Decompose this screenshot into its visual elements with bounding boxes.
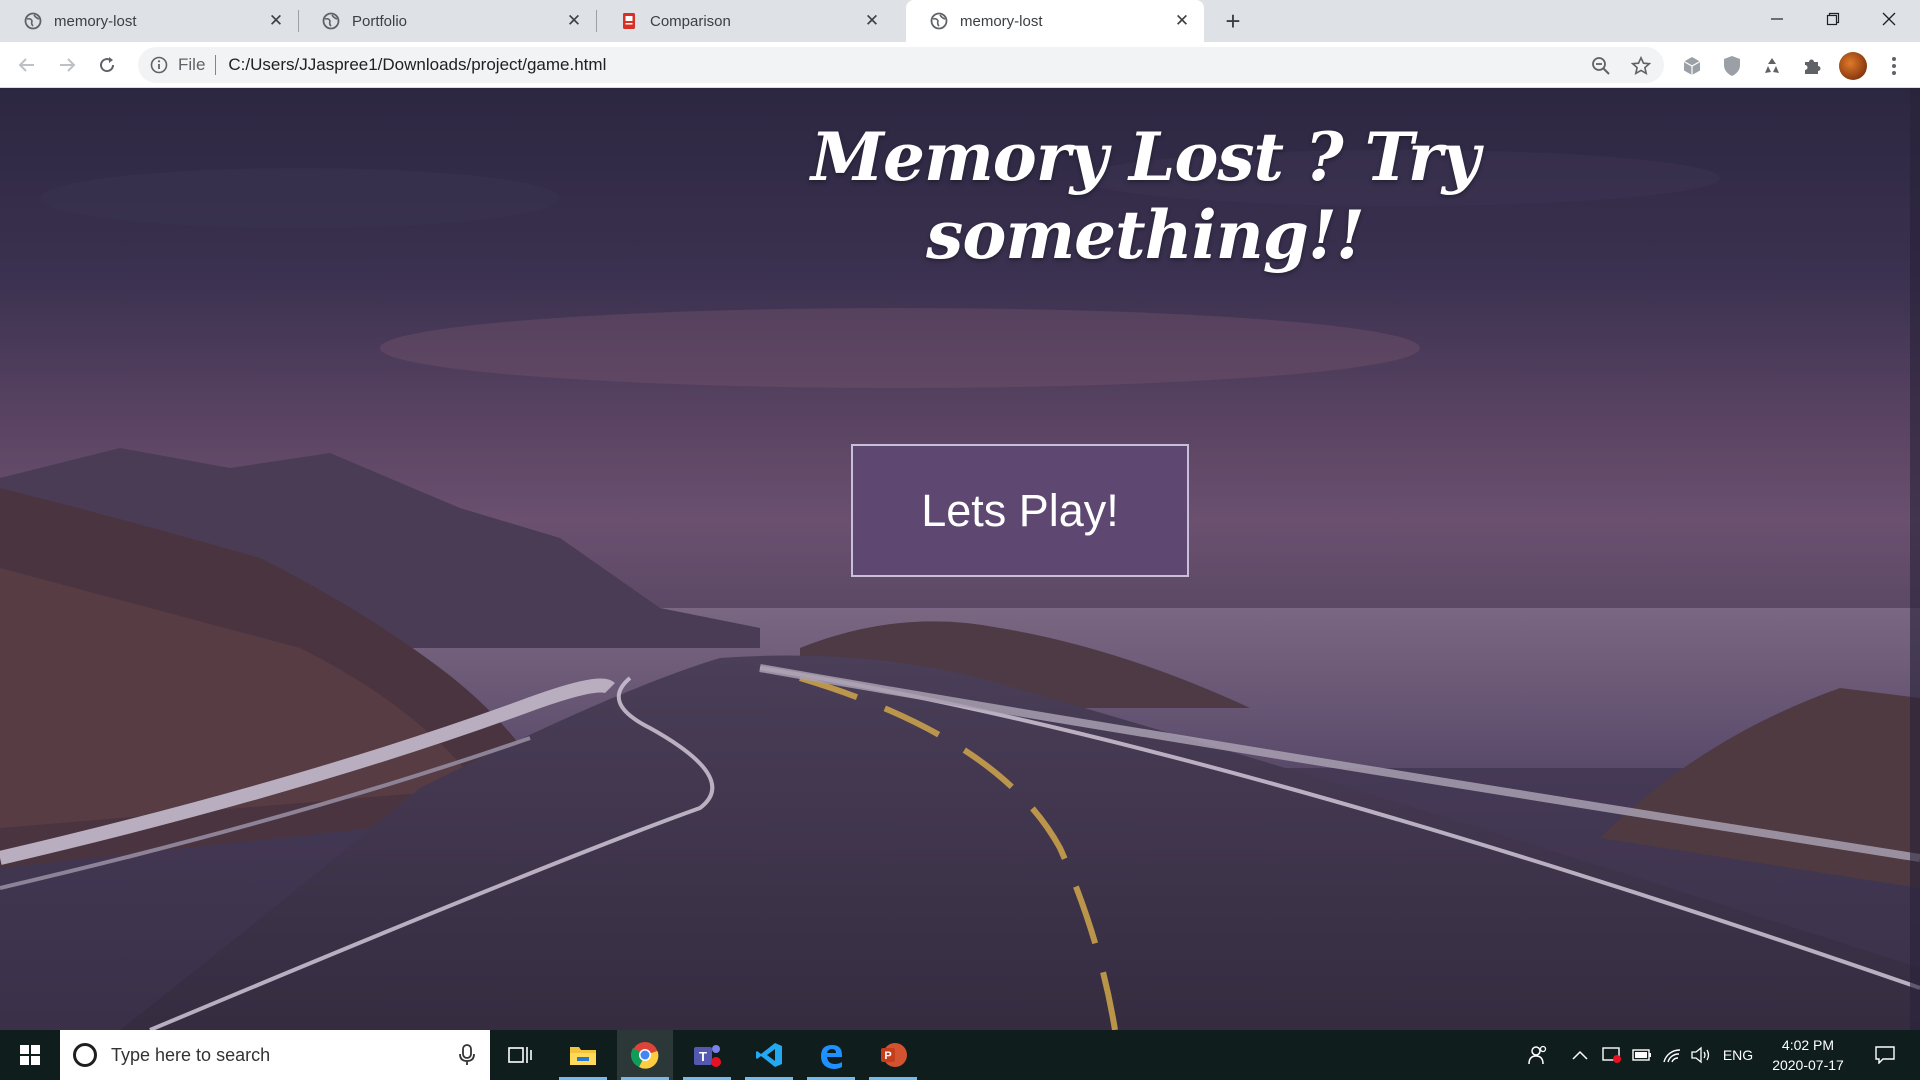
battery-icon [1632,1049,1651,1061]
notification-icon [1875,1046,1895,1064]
folder-icon [570,1047,596,1065]
windows-logo-icon [20,1045,40,1065]
globe-icon [930,12,948,30]
puzzle-icon [1805,59,1821,74]
tab-strip: memory-lost ✕ Portfolio ✕ Comparison ✕ m… [0,0,1920,42]
bookmark-star-icon[interactable] [1630,55,1652,77]
task-view-icon [508,1047,532,1063]
zoom-out-icon [1592,57,1610,75]
cube-icon [1683,57,1701,75]
svg-text:T: T [699,1049,707,1064]
new-tab-button[interactable]: + [1218,6,1248,36]
action-center-button[interactable] [1860,1030,1910,1080]
recycle-icon [1765,58,1779,73]
tab-memory-lost-1[interactable]: memory-lost ✕ [0,0,299,42]
close-tab-icon[interactable]: ✕ [1172,11,1192,31]
address-bar[interactable]: File C:/Users/JJaspree1/Downloads/projec… [138,47,1664,83]
file-explorer-button[interactable] [555,1030,611,1080]
zoom-icon[interactable] [1590,55,1612,77]
page-scrollbar[interactable] [1910,88,1920,1030]
language-indicator[interactable]: ENG [1718,1030,1758,1080]
people-icon [1528,1045,1547,1065]
task-view-button[interactable] [492,1030,548,1080]
speaker-icon [1691,1046,1710,1064]
powerpoint-icon: P [881,1043,907,1067]
extensions-puzzle-icon[interactable] [1800,54,1824,78]
tab-title: Comparison [650,12,731,30]
back-button[interactable] [12,50,42,80]
globe-icon [322,12,340,30]
page-heading: Memory Lost ? Try something!! [810,118,1480,274]
url-text[interactable]: C:/Users/JJaspree1/Downloads/project/gam… [228,55,606,75]
arrow-right-icon [60,58,76,72]
globe-icon [24,12,42,30]
security-tray-icon[interactable] [1598,1030,1626,1080]
reload-button[interactable] [92,50,122,80]
scheme-divider [215,55,217,75]
windows-taskbar: Type here to search T P ENG 4:02 PM 2020… [0,1030,1920,1080]
cortana-icon [73,1043,97,1067]
edge-button[interactable] [803,1030,859,1080]
extension-cube-icon[interactable] [1680,54,1704,78]
tab-title: Portfolio [352,12,408,30]
chrome-icon [631,1042,659,1069]
extension-shield-icon[interactable] [1720,54,1744,78]
volume-tray-icon[interactable] [1688,1030,1716,1080]
info-icon[interactable] [150,56,168,74]
browser-toolbar: File C:/Users/JJaspree1/Downloads/projec… [0,42,1920,88]
forward-button[interactable] [52,50,82,80]
close-tab-icon[interactable]: ✕ [862,11,882,31]
arrow-left-icon [18,58,34,72]
microphone-icon[interactable] [458,1044,476,1066]
search-placeholder: Type here to search [111,1044,271,1065]
clock-time: 4:02 PM [1781,1037,1835,1053]
close-tab-icon[interactable]: ✕ [564,11,584,31]
close-tab-icon[interactable]: ✕ [266,11,286,31]
document-icon [623,13,635,29]
lets-play-button[interactable]: Lets Play! [851,444,1189,577]
tab-memory-lost-active[interactable]: memory-lost ✕ [906,0,1204,42]
close-icon [1882,12,1896,26]
tab-comparison[interactable]: Comparison ✕ [596,0,894,42]
show-hidden-icons-button[interactable] [1566,1030,1594,1080]
tab-title: memory-lost [960,12,1043,30]
edge-icon [821,1045,842,1069]
start-button[interactable] [0,1030,60,1080]
menu-kebab-icon[interactable] [1882,54,1906,78]
teams-icon: T [694,1045,721,1067]
chevron-up-icon [1572,1050,1588,1060]
scheme-label: File [178,55,206,74]
clock-date: 2020-07-17 [1772,1057,1844,1073]
profile-avatar[interactable] [1839,52,1867,80]
minimize-icon [1771,18,1783,20]
taskbar-search-box[interactable]: Type here to search [60,1030,490,1080]
restore-button[interactable] [1805,0,1861,38]
tab-title: memory-lost [54,12,137,30]
shield-icon [1724,56,1740,76]
minimize-button[interactable] [1749,0,1805,38]
battery-tray-icon[interactable] [1628,1030,1656,1080]
page-viewport: Memory Lost ? Try something!! Lets Play! [0,88,1920,1030]
more-vert-icon [1892,57,1896,75]
teams-button[interactable]: T [679,1030,735,1080]
vscode-icon [756,1043,782,1067]
svg-text:P: P [884,1050,891,1062]
wifi-tray-icon[interactable] [1658,1030,1686,1080]
star-icon [1631,56,1651,76]
tab-portfolio[interactable]: Portfolio ✕ [298,0,597,42]
wifi-icon [1663,1049,1681,1063]
vscode-button[interactable] [741,1030,797,1080]
reload-icon [100,57,115,73]
chrome-button[interactable] [617,1030,673,1080]
restore-icon [1826,12,1840,26]
defender-icon [1602,1047,1621,1063]
extension-recycle-icon[interactable] [1760,54,1784,78]
taskbar-clock[interactable]: 4:02 PM 2020-07-17 [1760,1035,1856,1075]
powerpoint-button[interactable]: P [865,1030,921,1080]
people-button[interactable] [1522,1030,1554,1080]
close-window-button[interactable] [1861,0,1917,38]
